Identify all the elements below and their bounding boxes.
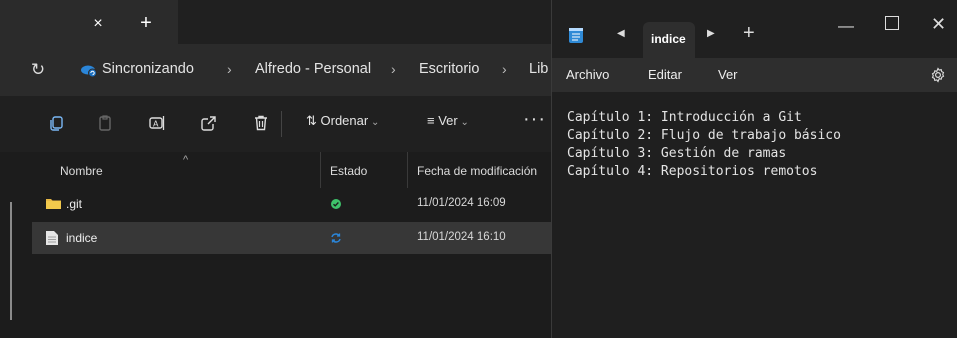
document-icon: [46, 231, 60, 245]
sort-ascending-icon: ^: [183, 154, 189, 166]
sort-icon: ⇅: [306, 113, 321, 128]
column-header-name[interactable]: Nombre: [60, 164, 103, 178]
navigation-scrollbar[interactable]: [10, 202, 12, 320]
address-bar: ↻ Sincronizando › Alfredo - Personal › E…: [0, 44, 551, 96]
notepad-tab[interactable]: indice: [643, 22, 695, 58]
minimize-icon[interactable]: —: [837, 18, 855, 35]
column-divider[interactable]: [407, 152, 408, 188]
maximize-icon[interactable]: [885, 16, 899, 30]
notepad-app-icon: [569, 27, 583, 43]
column-header-status[interactable]: Estado: [330, 164, 367, 178]
more-options-icon[interactable]: ···: [523, 108, 546, 131]
breadcrumb-separator: ›: [391, 61, 396, 77]
editor-text-line: Capítulo 3: Gestión de ramas: [567, 146, 787, 161]
new-tab-icon[interactable]: +: [743, 22, 755, 45]
column-header-modified[interactable]: Fecha de modificación: [417, 164, 537, 178]
folder-icon: [46, 197, 61, 210]
sort-label: Ordenar: [320, 113, 369, 128]
editor-text-line: Capítulo 4: Repositorios remotos: [567, 164, 818, 179]
syncing-icon: [330, 231, 342, 243]
copy-icon[interactable]: [48, 114, 66, 132]
tab-scroll-right-icon[interactable]: ▶: [707, 28, 715, 39]
menu-archivo[interactable]: Archivo: [566, 67, 609, 82]
notepad-tab-title: indice: [651, 32, 686, 46]
column-header-row: ^ Nombre Estado Fecha de modificación: [0, 152, 551, 188]
file-modified-date: 11/01/2024 16:10: [417, 231, 506, 243]
notepad-menu-bar: Archivo Editar Ver: [552, 58, 957, 92]
file-row[interactable]: .git 11/01/2024 16:09: [32, 188, 551, 220]
command-bar: A ⇅ Ordenar ⌄ ≡ Ver ⌄ ···: [0, 96, 551, 152]
toolbar-divider: [281, 111, 282, 137]
sync-status-label[interactable]: Sincronizando: [102, 61, 194, 77]
sort-button[interactable]: ⇅ Ordenar ⌄: [306, 113, 379, 129]
explorer-tab-bar: × +: [0, 0, 551, 44]
close-icon[interactable]: ✕: [931, 14, 946, 35]
svg-text:A: A: [153, 120, 159, 129]
chevron-down-icon: ⌄: [368, 117, 380, 128]
delete-icon[interactable]: [252, 114, 270, 132]
file-row[interactable]: indice 11/01/2024 16:10: [32, 222, 551, 254]
paste-icon[interactable]: [96, 114, 114, 132]
file-name: indice: [66, 231, 98, 245]
menu-ver[interactable]: Ver: [718, 67, 738, 82]
file-explorer-window: × + ↻ Sincronizando › Alfredo - Personal…: [0, 0, 551, 338]
notepad-title-bar: ◀ indice ▶ + — ✕: [552, 0, 957, 58]
breadcrumb-lib[interactable]: Lib: [529, 61, 548, 77]
column-divider[interactable]: [320, 152, 321, 188]
tab-scroll-left-icon[interactable]: ◀: [617, 28, 625, 39]
view-label: Ver: [438, 113, 458, 128]
breadcrumb-alfredo-personal[interactable]: Alfredo - Personal: [255, 61, 371, 77]
notepad-window: ◀ indice ▶ + — ✕ Archivo Editar Ver Capí…: [551, 0, 957, 338]
share-icon[interactable]: [200, 114, 218, 132]
refresh-icon[interactable]: ↻: [28, 60, 48, 80]
new-tab-icon[interactable]: +: [136, 13, 156, 33]
file-modified-date: 11/01/2024 16:09: [417, 197, 506, 209]
menu-editar[interactable]: Editar: [648, 67, 682, 82]
breadcrumb-escritorio[interactable]: Escritorio: [419, 61, 479, 77]
text-editor-area[interactable]: Capítulo 1: Introducción a Git Capítulo …: [552, 92, 957, 338]
synced-check-icon: [330, 197, 342, 209]
view-icon: ≡: [427, 113, 439, 128]
rename-icon[interactable]: A: [148, 114, 166, 132]
editor-text-line: Capítulo 2: Flujo de trabajo básico: [567, 128, 841, 143]
settings-gear-icon[interactable]: [930, 67, 946, 83]
tab-close-icon[interactable]: ×: [88, 14, 108, 34]
chevron-down-icon: ⌄: [457, 117, 469, 128]
navigation-pane: [0, 152, 32, 338]
breadcrumb-separator: ›: [227, 61, 232, 77]
breadcrumb-separator: ›: [502, 61, 507, 77]
view-button[interactable]: ≡ Ver ⌄: [427, 113, 469, 128]
editor-text-line: Capítulo 1: Introducción a Git: [567, 110, 802, 125]
onedrive-sync-icon: [80, 62, 98, 78]
file-name: .git: [66, 197, 83, 211]
